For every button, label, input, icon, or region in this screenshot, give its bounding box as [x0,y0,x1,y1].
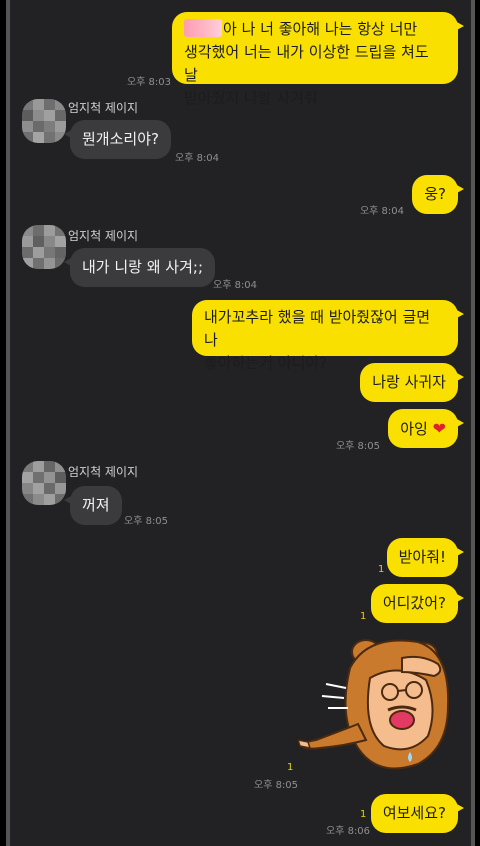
unread-count: 1 [378,564,385,575]
sender-name: 엄지척 제이지 [68,101,139,115]
unread-count: 1 [360,611,367,622]
message-bubble-mine[interactable]: 웅? [412,175,464,214]
message-text: 여보세요? [382,804,446,822]
unread-count: 1 [287,762,294,773]
message-text: 아 나 너 좋아해 나는 항상 너만 [223,20,418,38]
message-text: 내가꼬추라 했을 때 받아줬잖어 글면 나 [204,308,431,349]
sender-name: 엄지척 제이지 [68,229,139,243]
message-bubble-mine[interactable]: 나랑 사귀자 [360,363,464,402]
heart-icon: ❤ [432,419,446,438]
message-text: 나랑 사귀자 [372,373,446,391]
message-time: 오후 8:05 [254,780,299,791]
message-text: 아잉 [400,420,428,438]
message-bubble-theirs[interactable]: 뭔개소리야? [64,120,171,159]
message-bubble-mine[interactable]: 어디갔어? [370,584,465,623]
message-time: 오후 8:04 [175,153,220,164]
contact-avatar[interactable] [22,225,66,269]
contact-avatar[interactable] [22,461,66,505]
message-bubble-mine[interactable]: 여보세요? [370,794,465,833]
message-text: 내가 니랑 왜 사겨;; [82,258,204,276]
message-text: 웅? [424,185,446,203]
message-bubble-mine[interactable]: 받아줘! [386,538,465,577]
message-bubble-mine[interactable]: 아잉 ❤ [388,409,464,448]
message-bubble-mine[interactable]: 아 나 너 좋아해 나는 항상 너만 생각했어 너는 내가 이상한 드립을 쳐도… [172,12,464,107]
message-time: 오후 8:04 [213,280,258,291]
message-text: 받아줘! [398,548,446,566]
redacted-name [184,19,222,37]
unread-count: 1 [360,809,367,820]
message-text: 받아줬지 나랑 사겨줘 [184,89,318,107]
message-time: 오후 8:04 [359,206,404,217]
screen-edge-right [471,0,475,846]
message-text: 어디갔어? [382,594,446,612]
message-text: 생각했어 너는 내가 이상한 드립을 쳐도 날 [184,43,429,84]
message-text: 꺼져 [82,496,110,514]
contact-avatar[interactable] [22,99,66,143]
message-time: 오후 8:05 [124,516,169,527]
message-time: 오후 8:03 [126,77,171,88]
message-time: 오후 8:06 [326,826,371,837]
bear-costume-man-sticker[interactable] [296,628,462,780]
message-time: 오후 8:05 [335,441,380,452]
message-bubble-theirs[interactable]: 꺼져 [64,486,122,525]
sender-name: 엄지척 제이지 [68,465,139,479]
message-text: 뭔개소리야? [82,130,159,148]
message-bubble-mine[interactable]: 내가꼬추라 했을 때 받아줬잖어 글면 나 좋아하는거 아니야? [192,300,464,372]
message-bubble-theirs[interactable]: 내가 니랑 왜 사겨;; [63,248,216,287]
